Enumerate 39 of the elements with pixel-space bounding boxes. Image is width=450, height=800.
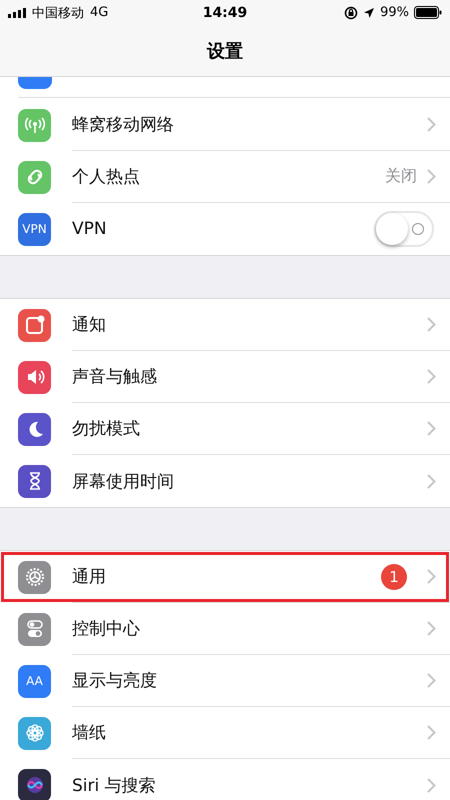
chevron-icon xyxy=(427,621,436,636)
status-time: 14:49 xyxy=(202,4,248,20)
row-label: 通用 xyxy=(72,566,107,588)
chevron-icon xyxy=(427,778,436,792)
app-icon[interactable] xyxy=(18,77,52,89)
chevron-icon xyxy=(427,725,436,740)
row-label: 蜂窝移动网络 xyxy=(72,114,175,136)
notification-badge: 1 xyxy=(381,564,407,590)
carrier-name: 中国移动 xyxy=(32,4,84,22)
chevron-icon xyxy=(427,569,436,584)
chevron-icon xyxy=(427,369,436,384)
chevron-icon xyxy=(427,673,436,688)
row-label: VPN xyxy=(72,219,108,239)
app-icon: VPN xyxy=(18,212,51,246)
row-label: 控制中心 xyxy=(72,618,141,640)
row-label: 通知 xyxy=(72,314,107,336)
toggle-switch[interactable] xyxy=(374,211,434,247)
chevron-icon xyxy=(427,317,436,332)
chevron-icon xyxy=(427,474,436,488)
page-title: 设置 xyxy=(207,40,243,62)
row-label: 声音与触感 xyxy=(72,366,158,388)
chevron-icon xyxy=(427,169,436,184)
battery-percent: 99% xyxy=(380,5,409,20)
row-value: 关闭 xyxy=(385,166,417,187)
location-arrow-icon xyxy=(363,6,376,18)
row-label: Siri 与搜索 xyxy=(72,774,157,796)
signal-icon xyxy=(8,8,26,18)
network-type: 4G xyxy=(90,5,108,20)
row-label: 个人热点 xyxy=(72,166,141,188)
app-icon: AA xyxy=(18,664,51,698)
row-label: 屏幕使用时间 xyxy=(72,470,175,492)
lock-rotation-icon xyxy=(344,6,358,20)
chevron-icon xyxy=(427,421,436,436)
chevron-icon xyxy=(427,117,436,132)
row-label: 勿扰模式 xyxy=(72,418,141,440)
battery-icon xyxy=(414,6,442,19)
settings-row[interactable]: 通用 1 xyxy=(0,551,450,603)
row-label: 墙纸 xyxy=(72,722,107,744)
row-label: 显示与亮度 xyxy=(72,670,158,692)
